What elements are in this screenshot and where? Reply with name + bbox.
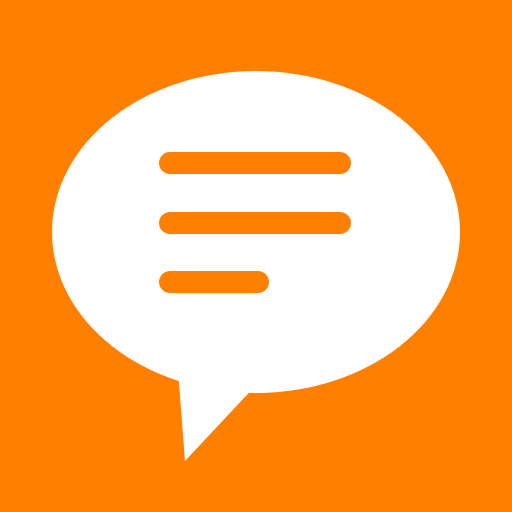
- app-icon-graphic: [0, 0, 512, 512]
- message-line-3: [159, 271, 269, 293]
- message-line-2: [159, 212, 351, 234]
- app-icon: [0, 0, 512, 512]
- message-line-1: [159, 152, 351, 174]
